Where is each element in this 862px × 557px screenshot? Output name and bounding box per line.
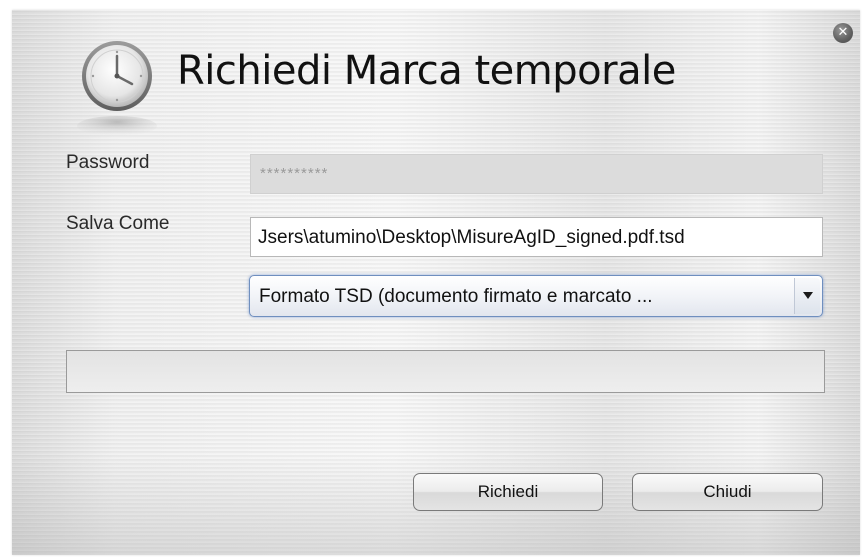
close-icon[interactable]: ✕ [833, 23, 853, 43]
format-selected-value: Formato TSD (documento firmato e marcato… [259, 286, 653, 307]
save-as-label: Salva Come [66, 213, 170, 234]
dialog-title: Richiedi Marca temporale [177, 48, 676, 94]
progress-bar [66, 350, 825, 393]
password-label: Password [66, 152, 150, 173]
save-as-path-text: Jsers\atumino\Desktop\MisureAgID_signed.… [258, 227, 685, 248]
password-field[interactable]: ********** [250, 154, 823, 194]
request-button[interactable]: Richiedi [413, 473, 603, 511]
format-select[interactable]: Formato TSD (documento firmato e marcato… [249, 275, 823, 317]
clock-icon [72, 38, 162, 138]
chevron-down-icon[interactable] [794, 278, 820, 314]
save-as-path-field[interactable]: Jsers\atumino\Desktop\MisureAgID_signed.… [250, 217, 823, 257]
close-button[interactable]: Chiudi [632, 473, 823, 511]
